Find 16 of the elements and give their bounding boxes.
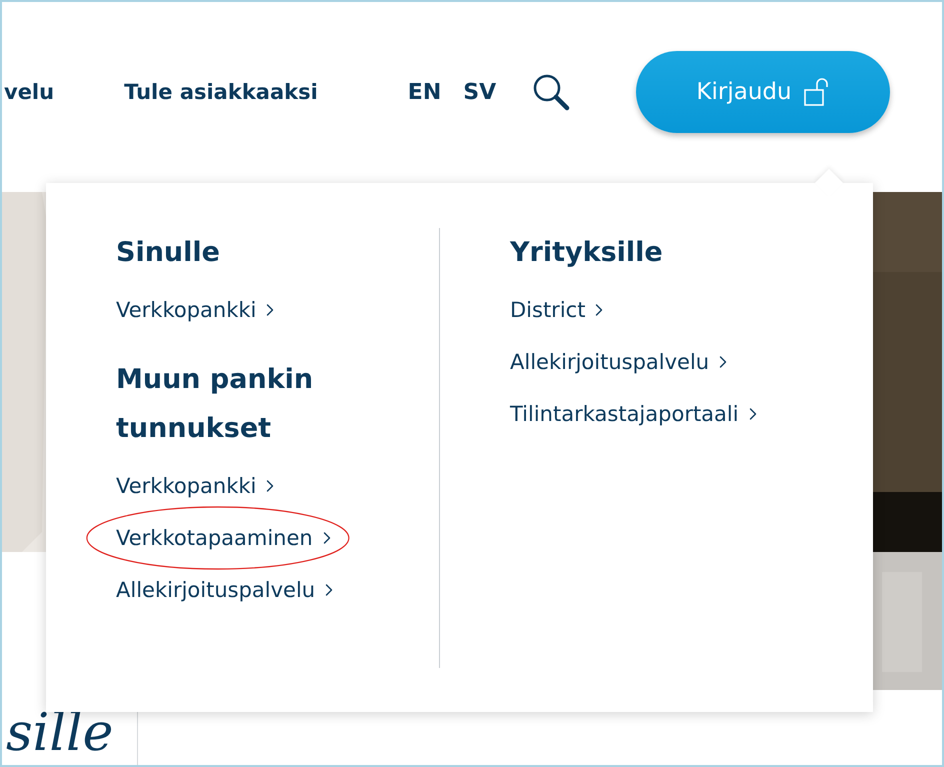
section-title: sille xyxy=(6,702,114,765)
menu-link[interactable]: Verkkopankki xyxy=(116,295,280,325)
menu-heading: Yrityksille xyxy=(510,236,664,270)
menu-link[interactable]: Verkkopankki xyxy=(116,471,280,501)
language-link[interactable]: SV xyxy=(463,80,496,104)
language-link[interactable]: EN xyxy=(408,80,442,104)
menu-heading: Sinulle xyxy=(116,236,221,270)
menu-link[interactable]: Tilintarkastajaportaali xyxy=(510,399,763,429)
menu-heading: Muun pankin tunnukset xyxy=(116,363,314,446)
menu-link[interactable]: Allekirjoituspalvelu xyxy=(510,347,734,377)
nav-link[interactable]: velu xyxy=(4,80,54,104)
search-icon[interactable] xyxy=(532,73,570,111)
menu-link[interactable]: Allekirjoituspalvelu xyxy=(116,575,340,605)
padlock-icon xyxy=(804,78,830,106)
menu-link[interactable]: District xyxy=(510,295,610,325)
nav-link[interactable]: Tule asiakkaaksi xyxy=(124,80,318,104)
